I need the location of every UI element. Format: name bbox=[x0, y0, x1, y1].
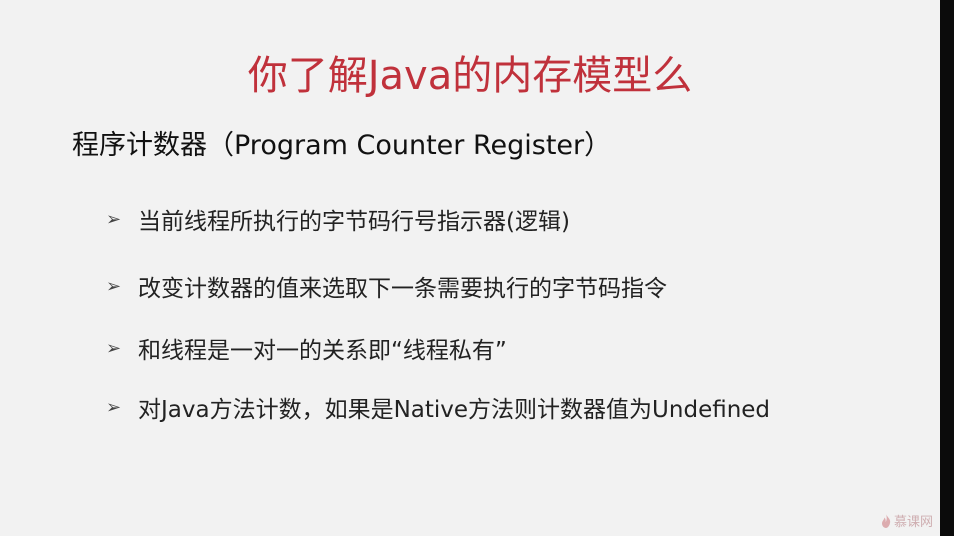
slide-title: 你了解Java的内存模型么 bbox=[247, 53, 693, 99]
slide-subtitle: 程序计数器（Program Counter Register） bbox=[72, 130, 612, 161]
bullet-item: ➢ 对Java方法计数，如果是Native方法则计数器值为Undefined bbox=[106, 389, 770, 425]
bullet-item: ➢ 和线程是一对一的关系即“线程私有” bbox=[106, 330, 507, 366]
chevron-right-icon: ➢ bbox=[106, 275, 122, 297]
chevron-right-icon: ➢ bbox=[106, 396, 122, 418]
watermark-text: 慕课网 bbox=[894, 515, 934, 530]
chevron-right-icon: ➢ bbox=[106, 208, 122, 230]
bullet-item: ➢ 改变计数器的值来选取下一条需要执行的字节码指令 bbox=[106, 268, 667, 304]
bullet-text: 当前线程所执行的字节码行号指示器(逻辑) bbox=[138, 209, 570, 235]
bullet-item: ➢ 当前线程所执行的字节码行号指示器(逻辑) bbox=[106, 201, 570, 237]
chevron-right-icon: ➢ bbox=[106, 337, 122, 359]
window-edge-bar bbox=[940, 0, 954, 536]
bullet-text: 改变计数器的值来选取下一条需要执行的字节码指令 bbox=[138, 276, 667, 302]
bullet-text: 和线程是一对一的关系即“线程私有” bbox=[138, 338, 507, 364]
flame-logo-icon bbox=[882, 513, 891, 528]
slide: 你了解Java的内存模型么 程序计数器（Program Counter Regi… bbox=[0, 0, 940, 536]
watermark: 慕课网 bbox=[880, 511, 933, 530]
bullet-text: 对Java方法计数，如果是Native方法则计数器值为Undefined bbox=[138, 397, 771, 423]
